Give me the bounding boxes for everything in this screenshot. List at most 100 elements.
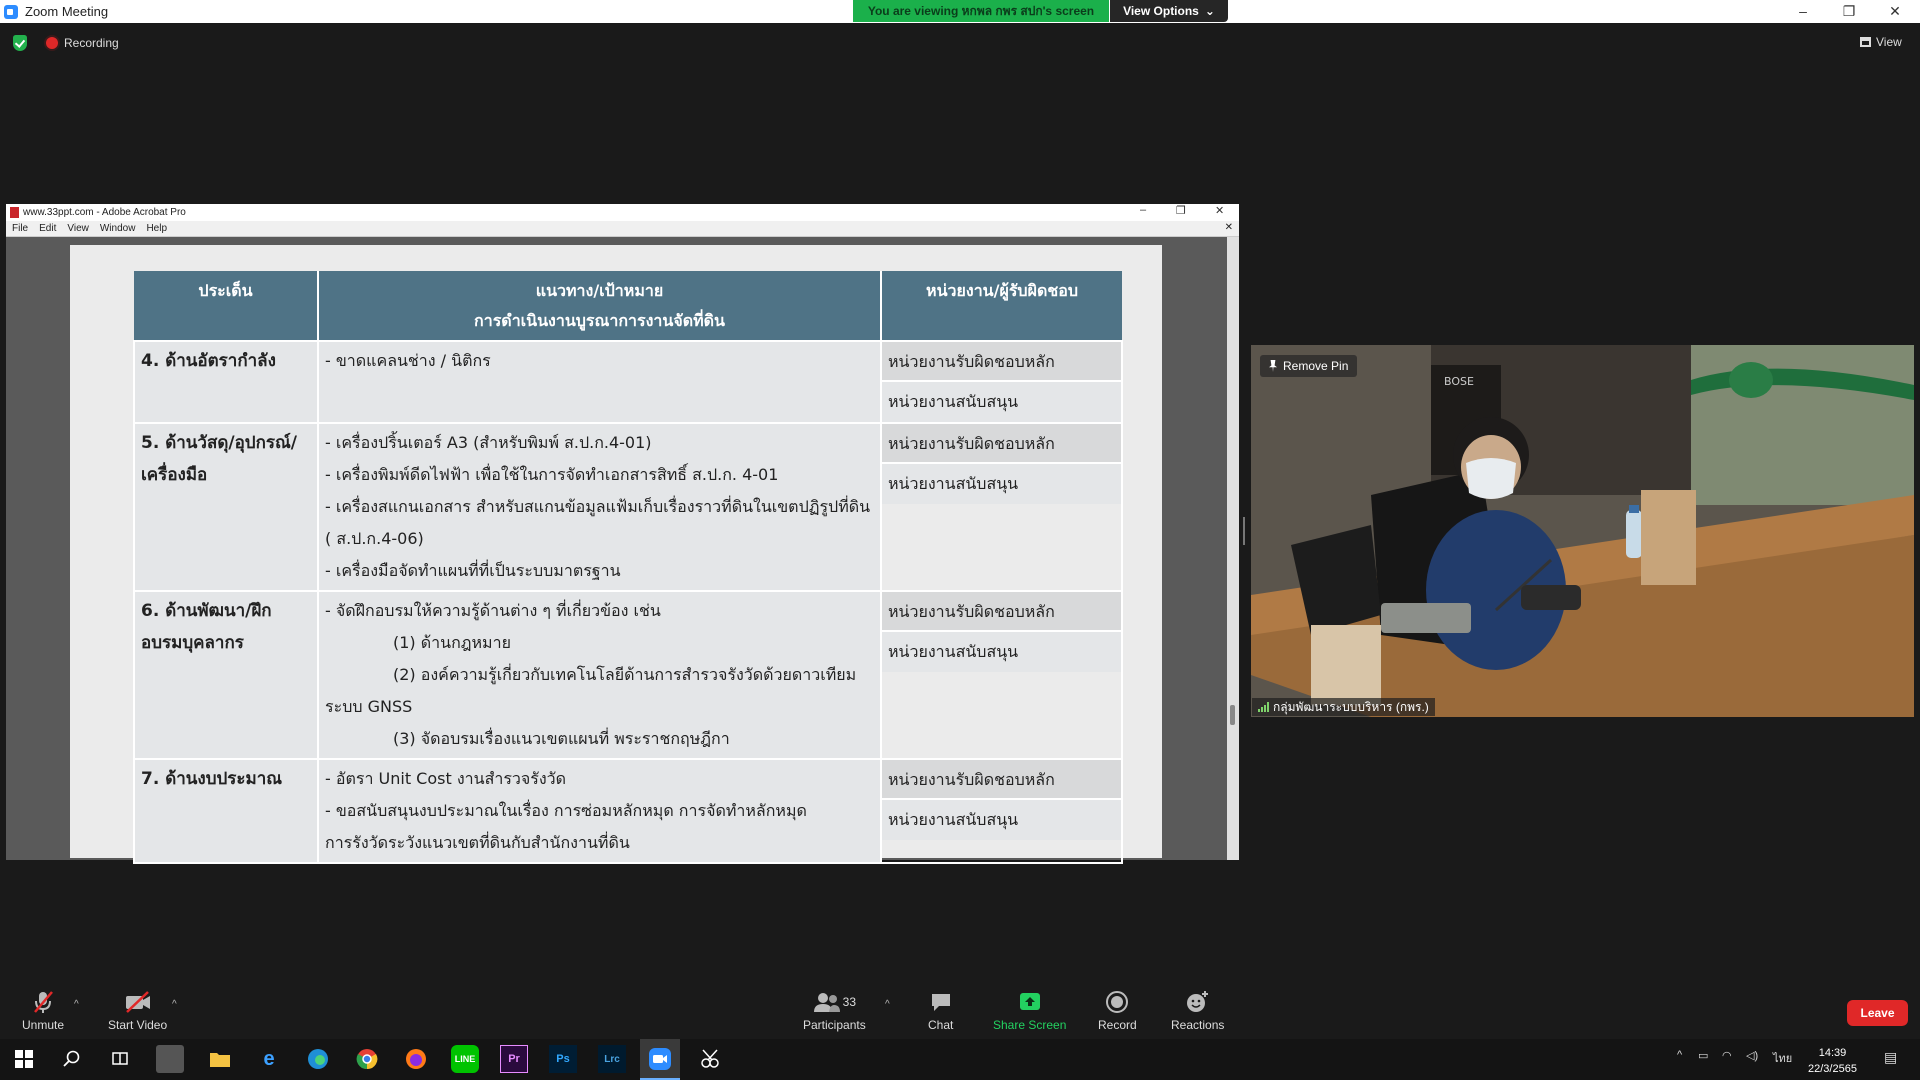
line-app-icon[interactable]: LINE <box>451 1045 479 1073</box>
guide-line: ระบบ GNSS <box>325 697 413 716</box>
acrobat-document-area: ประเด็น แนวทาง/เป้าหมาย การดำเนินงานบูรณ… <box>6 237 1239 864</box>
smiley-plus-icon <box>1185 990 1211 1014</box>
photoshop-icon[interactable]: Ps <box>549 1045 577 1073</box>
participant-name: กลุ่มพัฒนาระบบบริหาร (กพร.) <box>1273 699 1429 714</box>
guide-line: - เครื่องสแกนเอกสาร สำหรับสแกนข้อมูลแฟ้ม… <box>325 497 871 548</box>
unit-support: หน่วยงานสนับสนุน <box>882 632 1121 672</box>
minimize-button[interactable]: – <box>1780 0 1826 22</box>
record-label: Record <box>1098 1018 1137 1032</box>
volume-icon[interactable]: ◁) <box>1746 1049 1758 1062</box>
video-options-caret[interactable]: ^ <box>172 999 177 1010</box>
acrobat-close-button[interactable]: ✕ <box>1215 204 1224 217</box>
remove-pin-button[interactable]: Remove Pin <box>1260 355 1358 377</box>
row-unit: หน่วยงานรับผิดชอบหลัก หน่วยงานสนับสนุน <box>880 758 1123 864</box>
participants-count: 33 <box>842 995 857 1009</box>
menu-edit[interactable]: Edit <box>39 223 56 234</box>
acrobat-minimize-button[interactable]: – <box>1140 204 1146 216</box>
row-unit: หน่วยงานรับผิดชอบหลัก หน่วยงานสนับสนุน <box>880 422 1123 592</box>
header-issue: ประเด็น <box>134 271 319 341</box>
premiere-pro-icon[interactable]: Pr <box>500 1045 528 1073</box>
header-guide-line1: แนวทาง/เป้าหมาย <box>535 281 664 300</box>
file-manager-app-icon[interactable] <box>156 1045 184 1073</box>
audio-options-caret[interactable]: ^ <box>74 999 79 1010</box>
file-explorer-icon[interactable] <box>206 1045 234 1073</box>
guide-line: การรังวัดระวังแนวเขตที่ดินกับสำนักงานที่… <box>325 833 630 852</box>
microphone-muted-icon <box>32 990 54 1014</box>
chat-label: Chat <box>928 1018 954 1032</box>
internet-explorer-icon[interactable]: e <box>255 1045 283 1073</box>
input-language[interactable]: ไทย <box>1773 1049 1792 1067</box>
chat-bubble-icon <box>929 990 953 1014</box>
taskbar-clock[interactable]: 14:39 22/3/2565 <box>1808 1045 1857 1077</box>
row-guide: - ขาดแคลนช่าง / นิติกร <box>317 340 882 424</box>
menu-file[interactable]: File <box>12 223 28 234</box>
table-row: 4. ด้านอัตรากำลัง - ขาดแคลนช่าง / นิติกร… <box>133 340 1123 424</box>
row-guide: - อัตรา Unit Cost งานสำรวจรังวัด - ขอสนั… <box>317 758 882 864</box>
participants-options-caret[interactable]: ^ <box>885 999 890 1010</box>
firefox-browser-icon[interactable] <box>402 1045 430 1073</box>
table-row: 6. ด้านพัฒนา/ฝึกอบรมบุคลากร - จัดฝึกอบรม… <box>133 590 1123 760</box>
unit-support: หน่วยงานสนับสนุน <box>882 800 1121 840</box>
record-button[interactable]: Record <box>1098 990 1137 1032</box>
windows-start-icon[interactable] <box>10 1045 38 1073</box>
header-guide: แนวทาง/เป้าหมาย การดำเนินงานบูรณาการงานจ… <box>318 271 882 341</box>
security-shield-icon[interactable] <box>13 35 27 51</box>
guide-line: - เครื่องปริ้นเตอร์ A3 (สำหรับพิมพ์ ส.ป.… <box>325 433 652 452</box>
windows-taskbar: e LINE Pr Ps Lrc <box>0 1039 1920 1080</box>
close-document-icon[interactable]: ✕ <box>1225 222 1233 233</box>
clock-time: 14:39 <box>1818 1047 1847 1059</box>
guide-line: (3) จัดอบรมเรื่องแนวเขตแผนที่ พระราชกฤษฎ… <box>393 729 730 748</box>
notifications-icon[interactable]: ▤ <box>1884 1049 1897 1066</box>
recording-label[interactable]: Recording <box>64 36 119 50</box>
snipping-tool-icon[interactable] <box>696 1045 724 1073</box>
zoom-app-icon[interactable] <box>640 1039 680 1080</box>
task-view-icon[interactable] <box>106 1045 134 1073</box>
participants-icon-group: 33 <box>813 990 856 1014</box>
view-options-label: View Options <box>1123 4 1199 18</box>
chrome-browser-icon[interactable] <box>353 1045 381 1073</box>
document-scrollbar[interactable] <box>1227 237 1239 860</box>
restore-button[interactable]: ❐ <box>1826 0 1872 22</box>
unit-main: หน่วยงานรับผิดชอบหลัก <box>882 424 1121 464</box>
pinned-video-tile[interactable]: BOSE <box>1251 345 1914 717</box>
row-unit: หน่วยงานรับผิดชอบหลัก หน่วยงานสนับสนุน <box>880 590 1123 760</box>
row-guide: - เครื่องปริ้นเตอร์ A3 (สำหรับพิมพ์ ส.ป.… <box>317 422 882 592</box>
acrobat-restore-button[interactable]: ❐ <box>1176 204 1186 217</box>
acrobat-menubar: File Edit View Window Help ✕ <box>6 221 1239 237</box>
wifi-icon[interactable]: ◠ <box>1722 1049 1732 1062</box>
scrollbar-thumb[interactable] <box>1230 705 1235 725</box>
start-video-label: Start Video <box>108 1018 168 1032</box>
pdf-icon <box>10 207 19 218</box>
close-button[interactable]: ✕ <box>1872 0 1918 22</box>
guide-line: - เครื่องพิมพ์ดีดไฟฟ้า เพื่อใช้ในการจัดท… <box>325 465 779 484</box>
view-layout-button[interactable]: View <box>1860 35 1902 49</box>
panel-resize-handle[interactable] <box>1243 517 1245 545</box>
edge-browser-icon[interactable] <box>304 1045 332 1073</box>
lightroom-classic-icon[interactable]: Lrc <box>598 1045 626 1073</box>
meeting-toolbar: Unmute ^ Start Video ^ 33 Participants ^… <box>0 980 1920 1039</box>
show-hidden-icons-icon[interactable]: ^ <box>1677 1049 1682 1061</box>
network-icon[interactable]: ▭ <box>1698 1049 1708 1062</box>
share-screen-button[interactable]: Share Screen <box>993 990 1066 1032</box>
gallery-view-icon <box>1860 37 1871 47</box>
leave-button[interactable]: Leave <box>1847 1000 1908 1026</box>
guide-line: - ขาดแคลนช่าง / นิติกร <box>325 351 491 370</box>
unmute-button[interactable]: Unmute <box>22 990 64 1032</box>
menu-help[interactable]: Help <box>146 223 167 234</box>
view-options-button[interactable]: View Options ⌄ <box>1110 0 1228 22</box>
guide-line: (1) ด้านกฎหมาย <box>393 633 511 652</box>
share-screen-label: Share Screen <box>993 1018 1067 1032</box>
shared-screen: www.33ppt.com - Adobe Acrobat Pro – ❐ ✕ … <box>6 204 1239 864</box>
start-video-button[interactable]: Start Video <box>108 990 167 1032</box>
video-frame: BOSE <box>1251 345 1914 717</box>
participants-icon <box>813 993 840 1012</box>
unit-main: หน่วยงานรับผิดชอบหลัก <box>882 760 1121 800</box>
menu-window[interactable]: Window <box>100 223 136 234</box>
chevron-down-icon: ⌄ <box>1204 4 1215 18</box>
menu-view[interactable]: View <box>67 223 89 234</box>
chat-button[interactable]: Chat <box>928 990 953 1032</box>
search-icon[interactable] <box>58 1045 86 1073</box>
participants-button[interactable]: 33 Participants <box>803 990 866 1032</box>
recording-icon <box>46 37 58 49</box>
reactions-button[interactable]: Reactions <box>1171 990 1224 1032</box>
